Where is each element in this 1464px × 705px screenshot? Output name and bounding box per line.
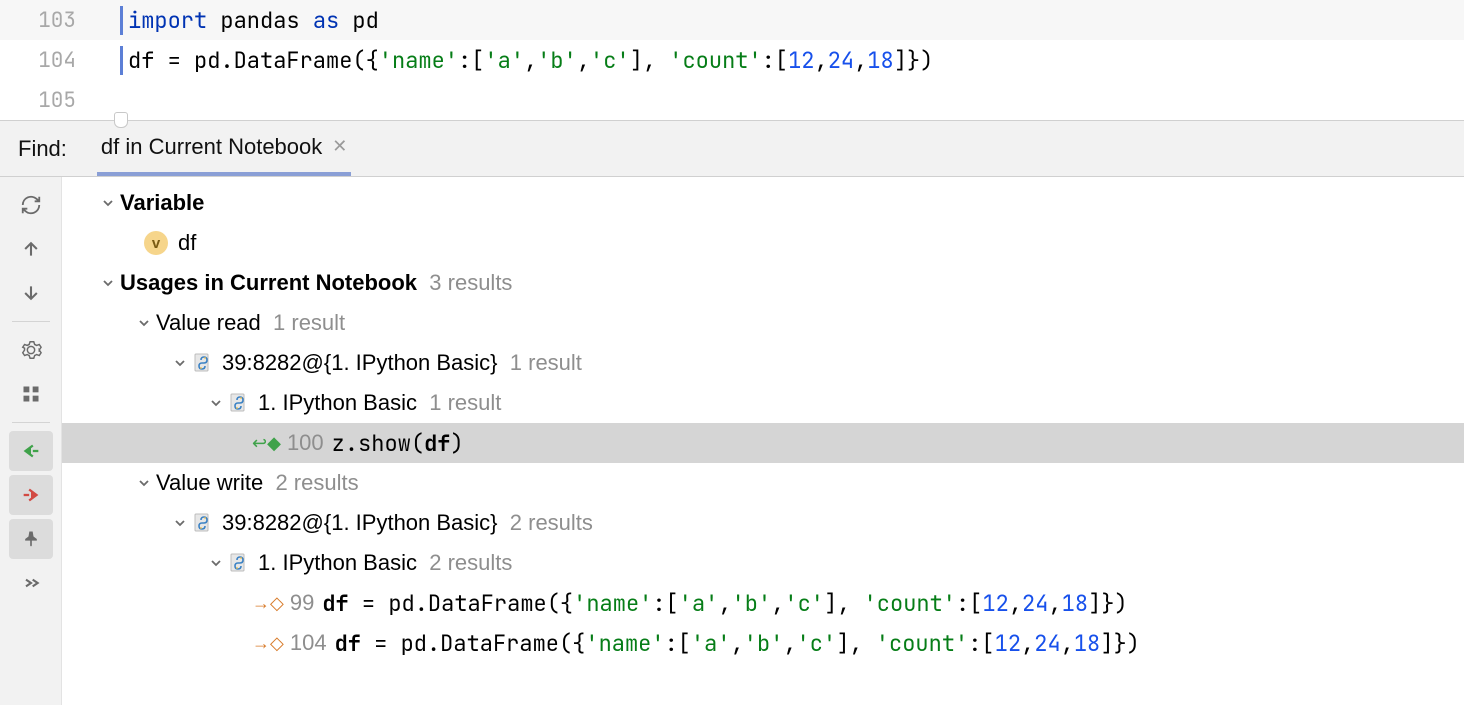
write-arrow-icon: →◇ — [252, 593, 284, 614]
fold-handle-icon[interactable] — [114, 112, 128, 128]
python-file-icon — [192, 352, 214, 374]
usages-header: Usages in Current Notebook — [120, 270, 417, 296]
process-count: 1 result — [510, 350, 582, 376]
file-name: 1. IPython Basic — [258, 390, 417, 416]
process-name: 39:8282@{1. IPython Basic} — [222, 510, 498, 536]
chevron-down-icon[interactable] — [170, 517, 190, 529]
up-button[interactable] — [9, 229, 53, 269]
usage-line-number: 100 — [287, 430, 324, 456]
tree-file[interactable]: 1. IPython Basic 1 result — [62, 383, 1464, 423]
find-label: Find: — [18, 136, 67, 162]
code-text[interactable]: import pandas as pd — [110, 6, 379, 35]
chevron-down-icon[interactable] — [134, 317, 154, 329]
pin-button[interactable] — [9, 519, 53, 559]
process-name: 39:8282@{1. IPython Basic} — [222, 350, 498, 376]
tree-variable-header[interactable]: Variable — [62, 183, 1464, 223]
tree-process[interactable]: 39:8282@{1. IPython Basic} 1 result — [62, 343, 1464, 383]
process-count: 2 results — [510, 510, 593, 536]
close-icon[interactable]: ✕ — [332, 136, 347, 157]
usage-line-number: 99 — [290, 590, 314, 616]
file-count: 2 results — [429, 550, 512, 576]
tree-variable-item[interactable]: vdf — [62, 223, 1464, 263]
tree-group[interactable]: Value read 1 result — [62, 303, 1464, 343]
nav-fwd-button[interactable] — [9, 475, 53, 515]
tree-group[interactable]: Value write 2 results — [62, 463, 1464, 503]
layout-button[interactable] — [9, 374, 53, 414]
group-title: Value write — [156, 470, 263, 496]
chevron-down-icon[interactable] — [206, 557, 226, 569]
write-arrow-icon: →◇ — [252, 633, 284, 654]
panel-toolbar — [0, 177, 62, 705]
chevron-down-icon[interactable] — [98, 197, 118, 209]
chevron-down-icon[interactable] — [170, 357, 190, 369]
code-text[interactable]: df = pd.DataFrame({'name':['a','b','c'],… — [110, 46, 933, 75]
python-file-icon — [228, 392, 250, 414]
find-bar: Find: df in Current Notebook ✕ — [0, 121, 1464, 177]
python-file-icon — [228, 552, 250, 574]
editor-line[interactable]: 103import pandas as pd — [0, 0, 1464, 40]
chevron-down-icon[interactable] — [206, 397, 226, 409]
usages-count: 3 results — [429, 270, 512, 296]
tree-file[interactable]: 1. IPython Basic 2 results — [62, 543, 1464, 583]
chevron-down-icon[interactable] — [98, 277, 118, 289]
group-count: 2 results — [275, 470, 358, 496]
variable-badge-icon: v — [144, 231, 168, 255]
group-count: 1 result — [273, 310, 345, 336]
variable-name: df — [178, 230, 196, 256]
code-editor[interactable]: 103import pandas as pd104df = pd.DataFra… — [0, 0, 1464, 121]
editor-line[interactable]: 105 — [0, 80, 1464, 120]
results-tree[interactable]: VariablevdfUsages in Current Notebook 3 … — [62, 177, 1464, 705]
usage-code: z.show(df) — [332, 429, 464, 458]
tree-usages-header[interactable]: Usages in Current Notebook 3 results — [62, 263, 1464, 303]
group-title: Value read — [156, 310, 261, 336]
usage-line-number: 104 — [290, 630, 327, 656]
line-number: 104 — [0, 47, 110, 74]
read-arrow-icon: ↩◆ — [252, 433, 281, 454]
tree-usage[interactable]: →◇ 99 df = pd.DataFrame({'name':['a','b','… — [62, 583, 1464, 623]
find-tab[interactable]: df in Current Notebook ✕ — [97, 121, 351, 176]
refresh-button[interactable] — [9, 185, 53, 225]
more-button[interactable] — [9, 563, 53, 603]
tree-usage[interactable]: ↩◆ 100 z.show(df) — [62, 423, 1464, 463]
usage-code: df = pd.DataFrame({'name':['a','b','c'],… — [322, 589, 1127, 618]
find-tab-text: df in Current Notebook — [101, 134, 322, 160]
chevron-down-icon[interactable] — [134, 477, 154, 489]
settings-button[interactable] — [9, 330, 53, 370]
tree-process[interactable]: 39:8282@{1. IPython Basic} 2 results — [62, 503, 1464, 543]
file-count: 1 result — [429, 390, 501, 416]
editor-line[interactable]: 104df = pd.DataFrame({'name':['a','b','c… — [0, 40, 1464, 80]
variable-header: Variable — [120, 190, 204, 216]
find-results-panel: VariablevdfUsages in Current Notebook 3 … — [0, 177, 1464, 705]
line-number: 105 — [0, 87, 110, 114]
line-number: 103 — [0, 7, 110, 34]
down-button[interactable] — [9, 273, 53, 313]
nav-back-button[interactable] — [9, 431, 53, 471]
file-name: 1. IPython Basic — [258, 550, 417, 576]
usage-code: df = pd.DataFrame({'name':['a','b','c'],… — [335, 629, 1140, 658]
python-file-icon — [192, 512, 214, 534]
tree-usage[interactable]: →◇ 104 df = pd.DataFrame({'name':['a','b',… — [62, 623, 1464, 663]
